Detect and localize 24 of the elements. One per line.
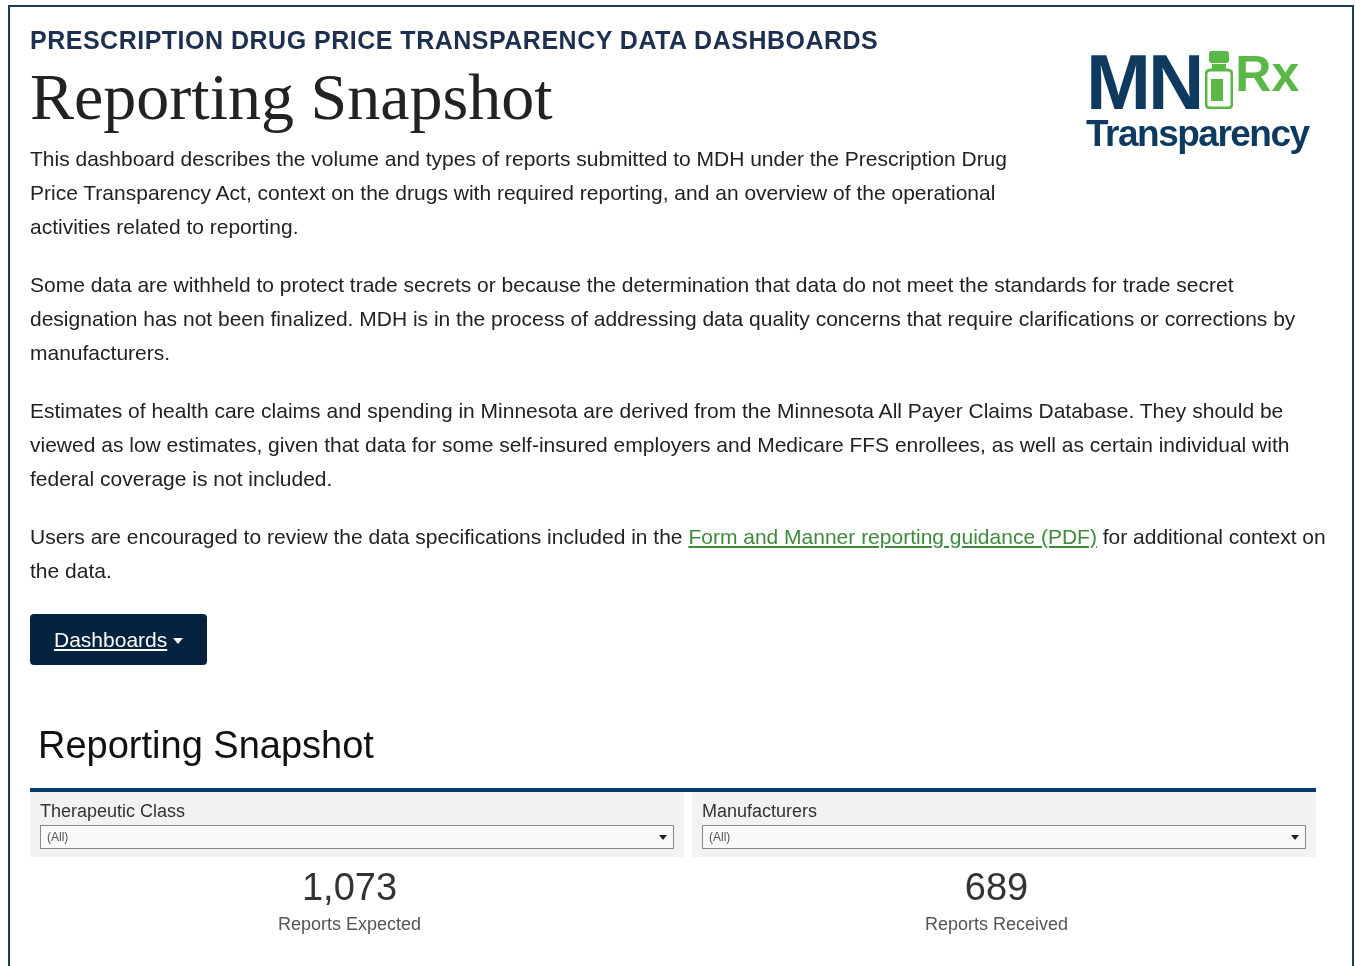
paragraph: Estimates of health care claims and spending in Minnesota are derived from the Minnesota All Payer Claims Database. They should be viewed as low estimates, given that data for some self-insured employers and Medicare FFS enrollees, as well as certain individual with federal coverage is not included. bbox=[30, 397, 1291, 492]
filter-dropdown[interactable]: (All) bbox=[40, 825, 674, 850]
logo-text: Transparency bbox=[1086, 115, 1311, 153]
filter-label: Manufacturers bbox=[702, 800, 819, 824]
dropdown-arrow-icon bbox=[1291, 834, 1299, 840]
paragraph: This dashboard describes the volume and types of reports submitted to MDH under the Prescription Drug Price Transparency Act, context on the drugs with required reporting, and an overview of the operational activities related to reporting. bbox=[30, 145, 1008, 240]
paragraph: Users are encouraged to review the data specifications included in the Form and Manner reporting guidance (PDF) for additional context on the data. bbox=[30, 523, 1327, 584]
logo-text: MN bbox=[1086, 49, 1202, 116]
dashboards-button[interactable]: Dashboards bbox=[30, 613, 208, 666]
pdf-link[interactable]: Form and Manner reporting guidance (PDF) bbox=[688, 524, 1097, 548]
kpi-value: 689 bbox=[963, 865, 1030, 911]
logo-text: Rx bbox=[1235, 49, 1300, 99]
filter-dropdown[interactable]: (All) bbox=[702, 825, 1306, 850]
filter-label: Therapeutic Class bbox=[40, 800, 187, 824]
page-title: Reporting Snapshot bbox=[30, 58, 554, 135]
kpi-value: 1,073 bbox=[300, 865, 399, 911]
caret-icon bbox=[173, 638, 184, 645]
kpi-label: Reports Received bbox=[923, 912, 1070, 936]
bottle-icon bbox=[1205, 51, 1234, 109]
paragraph: Some data are withheld to protect trade secrets or because the determination that data do not meet the standards for trade secret designation has not been finalized. MDH is in the process of addressing data quality concerns that require clarifications or corrections by manufacturers. bbox=[30, 271, 1297, 366]
kpi-label: Reports Expected bbox=[276, 912, 423, 936]
dropdown-arrow-icon bbox=[659, 834, 667, 840]
page-eyebrow: PRESCRIPTION DRUG PRICE TRANSPARENCY DATA DASHBOARDS bbox=[30, 27, 880, 55]
dashboard-title: Reporting Snapshot bbox=[38, 723, 375, 769]
